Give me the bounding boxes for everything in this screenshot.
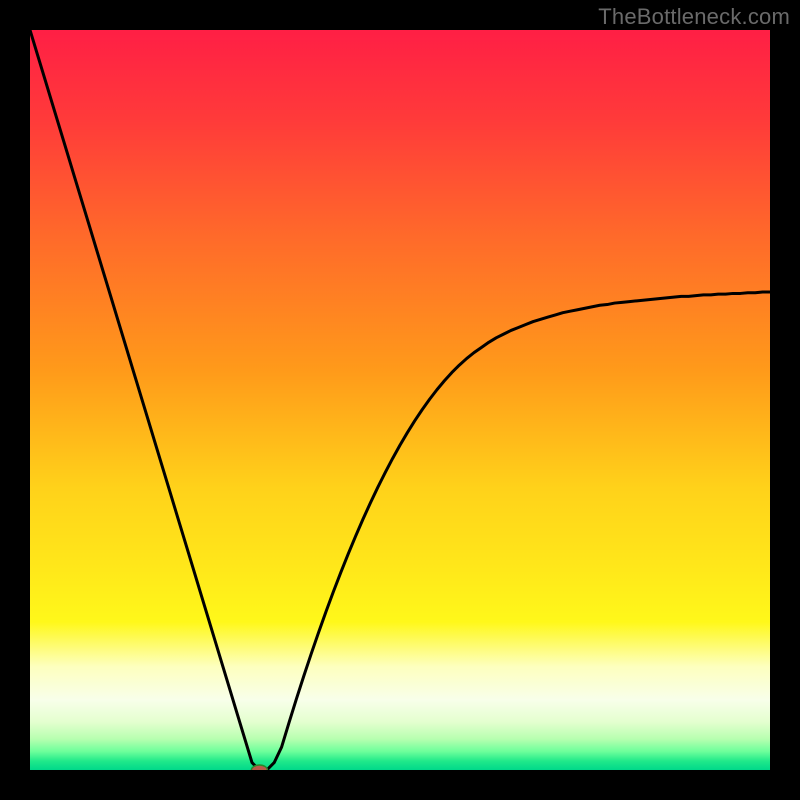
chart-svg	[30, 30, 770, 770]
optimum-marker	[251, 765, 267, 770]
plot-area	[30, 30, 770, 770]
watermark-text: TheBottleneck.com	[598, 4, 790, 30]
chart-frame: TheBottleneck.com	[0, 0, 800, 800]
